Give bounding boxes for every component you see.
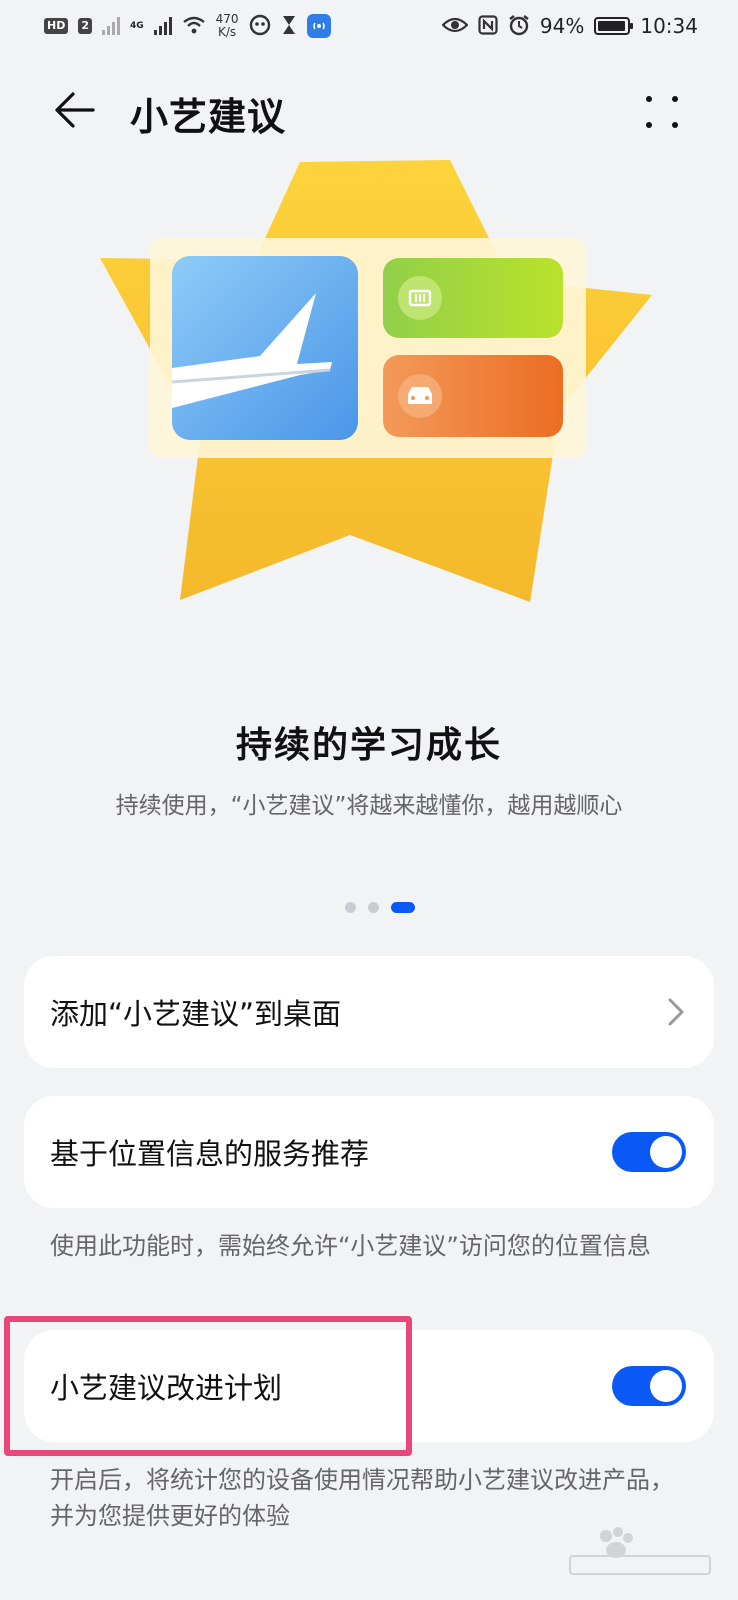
carousel-pager[interactable]	[0, 902, 738, 913]
app-bar: 小艺建议	[0, 70, 738, 150]
speed-unit: K/s	[218, 25, 237, 39]
add-to-desktop-card[interactable]: 添加“小艺建议”到桌面	[24, 956, 714, 1068]
car-icon	[408, 387, 432, 404]
status-bar-left: HD 2 4G 470 K/s	[44, 13, 331, 39]
speed-value: 470	[215, 12, 239, 26]
status-bar-right: 94% 10:34	[441, 14, 698, 39]
eye-comfort-icon	[441, 16, 469, 37]
pager-dot-active[interactable]	[391, 902, 415, 913]
hourglass-icon	[281, 14, 297, 39]
sim-chip: 2	[78, 18, 92, 34]
location-service-card: 基于位置信息的服务推荐	[24, 1096, 714, 1208]
add-to-desktop-label: 添加“小艺建议”到桌面	[50, 997, 342, 1031]
alarm-icon	[508, 14, 530, 39]
back-arrow-icon	[55, 92, 95, 128]
clock: 10:34	[640, 14, 698, 38]
battery-icon	[594, 17, 634, 35]
more-dots-icon	[646, 96, 652, 102]
improvement-plan-toggle[interactable]	[612, 1366, 686, 1406]
hd-chip: HD	[44, 18, 69, 34]
more-options-button[interactable]	[638, 88, 686, 136]
carousel-subline: 持续使用，“小艺建议”将越来越懂你，越用越顺心	[115, 793, 623, 819]
flight-tile	[172, 256, 358, 440]
toggle-knob	[650, 1370, 682, 1402]
location-service-row: 基于位置信息的服务推荐	[24, 1096, 714, 1208]
location-service-note: 使用此功能时，需始终允许“小艺建议”访问您的位置信息	[50, 1232, 651, 1260]
location-service-label: 基于位置信息的服务推荐	[50, 1137, 370, 1171]
assistant-icon	[249, 14, 271, 39]
add-to-desktop-row[interactable]: 添加“小艺建议”到桌面	[24, 956, 714, 1068]
signal-sim2-icon	[153, 17, 172, 35]
network-type-label: 4G	[130, 21, 144, 31]
nfc-icon	[478, 14, 498, 38]
page-title: 小艺建议	[130, 95, 287, 139]
pager-dot[interactable]	[345, 902, 356, 913]
back-button[interactable]	[48, 84, 100, 136]
wifi-icon	[182, 15, 206, 38]
hotspot-app-icon	[306, 14, 331, 38]
feature-illustration	[100, 160, 652, 602]
signal-sim1-icon	[102, 17, 120, 35]
baidu-watermark-logo	[569, 1527, 711, 1575]
carousel-headline: 持续的学习成长	[235, 725, 502, 766]
location-service-toggle[interactable]	[612, 1132, 686, 1172]
highlight-box	[4, 1316, 412, 1456]
chevron-right-icon	[668, 998, 684, 1026]
network-speed: 470 K/s	[216, 13, 239, 39]
toggle-knob	[650, 1136, 682, 1168]
pager-dot[interactable]	[368, 902, 379, 913]
status-bar: HD 2 4G 470 K/s 94% 10:34	[0, 0, 738, 52]
battery-percent: 94%	[539, 14, 585, 38]
battery-fill	[598, 21, 625, 31]
